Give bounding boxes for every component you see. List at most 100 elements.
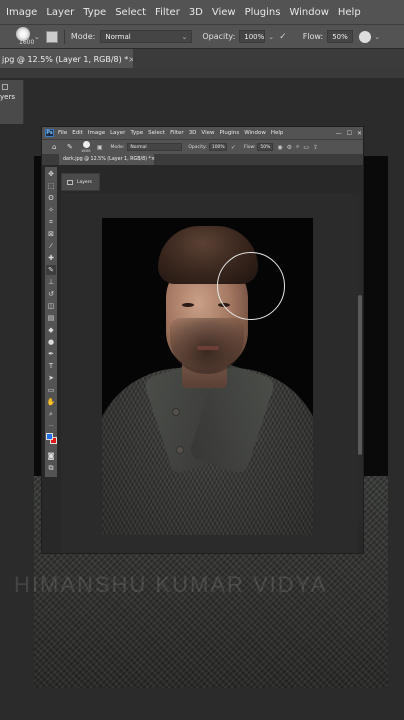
layers-panel-label: Layers xyxy=(77,179,92,185)
document-tab-title: dark.jpg @ 12.5% (Layer 1, RGB/8) * xyxy=(63,157,151,162)
blur-tool-icon[interactable]: ◆ xyxy=(46,325,56,335)
gradient-tool-icon[interactable]: ▤ xyxy=(46,313,56,323)
menu-help[interactable]: Help xyxy=(338,7,361,18)
outer-document-tab[interactable]: jpg @ 12.5% (Layer 1, RGB/8) * × xyxy=(0,49,133,69)
menu-type[interactable]: Type xyxy=(130,130,143,136)
flow-value: 50% xyxy=(332,32,348,41)
maximize-icon[interactable]: ☐ xyxy=(347,130,352,137)
flow-label: Flow: xyxy=(243,144,256,150)
close-icon[interactable]: × xyxy=(151,157,155,162)
eyedropper-tool-icon[interactable]: ⁄ xyxy=(46,241,56,251)
brush-dropdown-chevron-icon[interactable]: ⌄ xyxy=(34,33,40,41)
pressure-opacity-icon[interactable]: ✓ xyxy=(231,144,236,151)
chevron-down-icon: ⌄ xyxy=(181,32,188,41)
menu-3d[interactable]: 3D xyxy=(189,130,197,136)
magic-wand-tool-icon[interactable]: ✧ xyxy=(46,205,56,215)
menu-image[interactable]: Image xyxy=(88,130,105,136)
flow-field[interactable]: 50% xyxy=(327,30,354,43)
close-window-icon[interactable]: ✕ xyxy=(357,130,362,137)
opacity-label: Opacity: xyxy=(202,32,236,41)
share-icon[interactable]: ⇪ xyxy=(313,144,318,151)
outer-ruler xyxy=(0,68,404,78)
left-eye xyxy=(182,303,194,307)
opacity-field[interactable]: 100% xyxy=(208,143,227,151)
menu-select[interactable]: Select xyxy=(148,130,165,136)
quick-mask-icon[interactable]: ◙ xyxy=(46,451,56,461)
menu-select[interactable]: Select xyxy=(115,7,146,18)
airbrush-icon[interactable] xyxy=(359,30,372,43)
menu-window[interactable]: Window xyxy=(244,130,266,136)
airbrush-chevron-icon[interactable]: ⌄ xyxy=(374,33,380,41)
menu-type[interactable]: Type xyxy=(83,7,106,18)
color-swatches[interactable] xyxy=(46,433,58,447)
pen-tool-icon[interactable]: ✒ xyxy=(46,349,56,359)
brush-size: 1600 xyxy=(80,148,91,153)
minimize-icon[interactable]: — xyxy=(336,130,342,137)
marquee-tool-icon[interactable]: ⬚ xyxy=(46,181,56,191)
clone-stamp-tool-icon[interactable]: ⊥ xyxy=(46,277,56,287)
dodge-tool-icon[interactable]: ● xyxy=(46,337,56,347)
opacity-value: 100% xyxy=(211,144,225,150)
more-tools-icon[interactable]: ··· xyxy=(46,421,56,431)
portrait-document-canvas[interactable] xyxy=(102,218,313,535)
menu-help[interactable]: Help xyxy=(271,130,284,136)
menu-image[interactable]: Image xyxy=(6,7,37,18)
opacity-chevron-icon[interactable]: ⌄ xyxy=(268,33,274,41)
window-controls: — ☐ ✕ xyxy=(336,130,362,137)
outer-layers-panel-tab[interactable]: yers xyxy=(0,80,24,124)
inner-layers-panel-tab[interactable]: Layers xyxy=(61,173,100,191)
opacity-field[interactable]: 100% xyxy=(239,30,266,43)
smoothing-icon[interactable]: ⚙ xyxy=(287,144,292,151)
eraser-tool-icon[interactable]: ◫ xyxy=(46,301,56,311)
home-icon[interactable]: ⌂ xyxy=(52,143,61,151)
mode-select[interactable]: Normal xyxy=(127,143,183,151)
brush-settings-icon[interactable] xyxy=(45,30,58,43)
brush-preview[interactable]: 1600 xyxy=(81,141,93,153)
brush-settings-icon[interactable]: ▣ xyxy=(97,144,103,151)
brush-size: 1600 xyxy=(19,39,35,46)
menu-layer[interactable]: Layer xyxy=(46,7,74,18)
workspace-icon[interactable]: ▭ xyxy=(303,144,309,151)
move-tool-icon[interactable]: ✥ xyxy=(46,169,56,179)
divider xyxy=(63,29,65,44)
photoshop-logo-icon: Ps xyxy=(45,129,54,137)
menu-window[interactable]: Window xyxy=(289,7,328,18)
search-icon[interactable]: ⌕ xyxy=(296,143,299,151)
menu-file[interactable]: File xyxy=(58,130,67,136)
close-icon[interactable]: × xyxy=(128,55,133,64)
menu-plugins[interactable]: Plugins xyxy=(219,130,239,136)
screen-mode-icon[interactable]: ⧉ xyxy=(46,463,56,473)
scrollbar-thumb[interactable] xyxy=(358,295,362,455)
lasso-tool-icon[interactable]: ʘ xyxy=(46,193,56,203)
frame-tool-icon[interactable]: ⊠ xyxy=(46,229,56,239)
menu-3d[interactable]: 3D xyxy=(189,7,203,18)
mode-select[interactable]: Normal ⌄ xyxy=(100,30,193,43)
opacity-label: Opacity: xyxy=(188,144,207,150)
foreground-color-swatch[interactable] xyxy=(46,433,53,440)
type-tool-icon[interactable]: T xyxy=(46,361,56,371)
mouth xyxy=(197,346,219,350)
zoom-tool-icon[interactable]: ⌕ xyxy=(46,409,56,419)
menu-filter[interactable]: Filter xyxy=(170,130,184,136)
brush-tool-preset-icon[interactable]: ✎ xyxy=(67,143,73,151)
airbrush-icon[interactable]: ◉ xyxy=(277,144,282,151)
pressure-opacity-icon[interactable]: ✓ xyxy=(279,32,287,42)
flow-field[interactable]: 50% xyxy=(257,143,274,151)
flow-value: 50% xyxy=(260,144,271,150)
menu-filter[interactable]: Filter xyxy=(155,7,180,18)
path-selection-tool-icon[interactable]: ➤ xyxy=(46,373,56,383)
menu-plugins[interactable]: Plugins xyxy=(245,7,281,18)
history-brush-tool-icon[interactable]: ↺ xyxy=(46,289,56,299)
healing-brush-tool-icon[interactable]: ✚ xyxy=(46,253,56,263)
menu-view[interactable]: View xyxy=(212,7,236,18)
inner-vertical-scrollbar[interactable] xyxy=(357,193,363,523)
hand-tool-icon[interactable]: ✋ xyxy=(46,397,56,407)
crop-tool-icon[interactable]: ⌗ xyxy=(46,217,56,227)
brush-tool-icon[interactable]: ✎ xyxy=(46,265,56,275)
menu-view[interactable]: View xyxy=(201,130,214,136)
inner-document-tab[interactable]: dark.jpg @ 12.5% (Layer 1, RGB/8) * × xyxy=(59,154,155,165)
shape-tool-icon[interactable]: ▭ xyxy=(46,385,56,395)
menu-layer[interactable]: Layer xyxy=(110,130,125,136)
menu-edit[interactable]: Edit xyxy=(72,130,83,136)
document-tab-title: jpg @ 12.5% (Layer 1, RGB/8) * xyxy=(2,54,129,64)
